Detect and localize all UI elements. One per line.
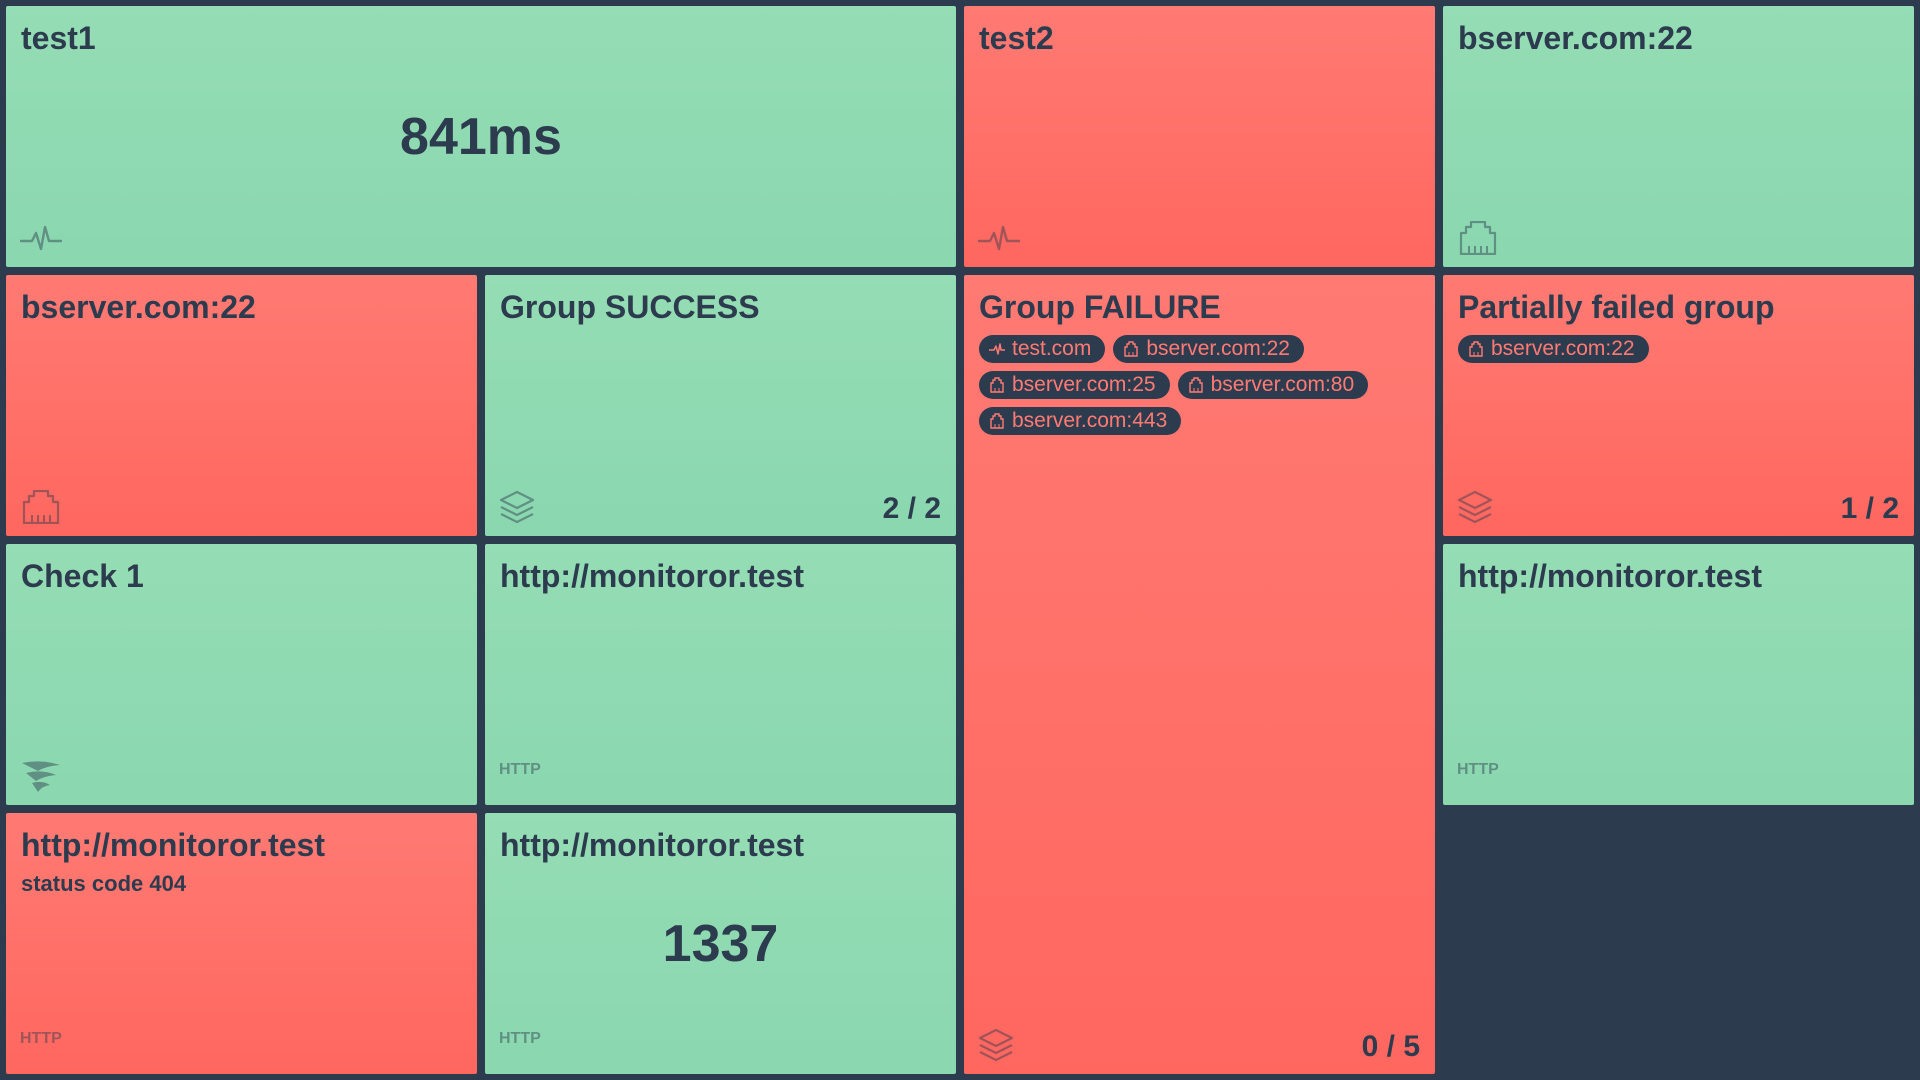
dashboard-grid: test1 841ms test2 bserver.com:22 bserver… bbox=[6, 6, 1914, 1074]
tile-http-404[interactable]: http://monitoror.test status code 404 HT… bbox=[6, 813, 477, 1074]
port-icon bbox=[990, 377, 1004, 393]
subtile-chip[interactable]: bserver.com:22 bbox=[1458, 335, 1649, 363]
layers-icon bbox=[1457, 490, 1499, 524]
ping-icon bbox=[977, 221, 1021, 255]
tile-label: Group FAILURE bbox=[979, 289, 1221, 325]
tile-label: test1 bbox=[21, 20, 96, 56]
layers-icon bbox=[499, 490, 541, 524]
layers-icon bbox=[978, 1028, 1020, 1062]
tile-label: bserver.com:22 bbox=[1458, 20, 1693, 56]
subtile-chip[interactable]: bserver.com:443 bbox=[979, 407, 1182, 435]
tile-label: bserver.com:22 bbox=[21, 289, 256, 325]
tile-check-1[interactable]: Check 1 bbox=[6, 544, 477, 805]
subtile-label: bserver.com:22 bbox=[1491, 337, 1635, 360]
tile-label: Partially failed group bbox=[1458, 289, 1775, 325]
http-tag: HTTP bbox=[1457, 761, 1499, 778]
port-icon bbox=[990, 413, 1004, 429]
tile-label: http://monitoror.test bbox=[1458, 558, 1762, 594]
subtile-chip[interactable]: bserver.com:22 bbox=[1113, 335, 1304, 363]
subtile-label: bserver.com:25 bbox=[1012, 373, 1156, 396]
tile-test2[interactable]: test2 bbox=[964, 6, 1435, 267]
group-count: 0 / 5 bbox=[1361, 1030, 1420, 1063]
tile-http-1[interactable]: http://monitoror.test HTTP bbox=[485, 544, 956, 805]
tile-label: http://monitoror.test bbox=[21, 827, 325, 863]
http-tag: HTTP bbox=[499, 761, 541, 778]
subtile-list: test.com bserver.com:22 bserver.com:25 b… bbox=[979, 335, 1420, 435]
subtile-chip[interactable]: test.com bbox=[979, 335, 1106, 363]
tile-bserver-22[interactable]: bserver.com:22 bbox=[1443, 6, 1914, 267]
tile-test1[interactable]: test1 841ms bbox=[6, 6, 956, 267]
tile-label: Check 1 bbox=[21, 558, 144, 594]
group-count: 2 / 2 bbox=[882, 492, 941, 525]
port-icon bbox=[1457, 220, 1499, 256]
tile-label: Group SUCCESS bbox=[500, 289, 760, 325]
http-tag: HTTP bbox=[499, 1030, 541, 1047]
tile-group-success[interactable]: Group SUCCESS 2 / 2 bbox=[485, 275, 956, 536]
tile-label: test2 bbox=[979, 20, 1054, 56]
tile-partially-failed-group[interactable]: Partially failed group bserver.com:22 1 … bbox=[1443, 275, 1914, 536]
tile-bserver-22-failed[interactable]: bserver.com:22 bbox=[6, 275, 477, 536]
subtile-list: bserver.com:22 bbox=[1458, 335, 1899, 363]
subtile-label: bserver.com:22 bbox=[1146, 337, 1290, 360]
port-icon bbox=[1188, 377, 1203, 393]
tile-http-2[interactable]: http://monitoror.test HTTP bbox=[1443, 544, 1914, 805]
http-tag: HTTP bbox=[20, 1030, 62, 1047]
port-icon bbox=[20, 489, 62, 525]
port-icon bbox=[1469, 341, 1483, 357]
tile-value: 1337 bbox=[662, 914, 779, 973]
tile-value: 841ms bbox=[400, 107, 562, 166]
tile-group-failure[interactable]: Group FAILURE test.com bserver.com:22 bs… bbox=[964, 275, 1435, 1074]
solarwinds-icon bbox=[20, 759, 62, 793]
group-count: 1 / 2 bbox=[1840, 492, 1899, 525]
subtile-label: bserver.com:443 bbox=[1012, 409, 1168, 432]
subtile-label: test.com bbox=[1012, 337, 1092, 360]
ping-icon bbox=[19, 221, 63, 255]
tile-label: http://monitoror.test bbox=[500, 558, 804, 594]
tile-message: status code 404 bbox=[21, 871, 187, 896]
subtile-chip[interactable]: bserver.com:25 bbox=[979, 371, 1170, 399]
port-icon bbox=[1124, 341, 1139, 357]
tile-http-value[interactable]: http://monitoror.test 1337 HTTP bbox=[485, 813, 956, 1074]
ping-icon bbox=[989, 343, 1005, 355]
tile-label: http://monitoror.test bbox=[500, 827, 804, 863]
subtile-chip[interactable]: bserver.com:80 bbox=[1177, 371, 1369, 399]
subtile-label: bserver.com:80 bbox=[1210, 373, 1355, 396]
